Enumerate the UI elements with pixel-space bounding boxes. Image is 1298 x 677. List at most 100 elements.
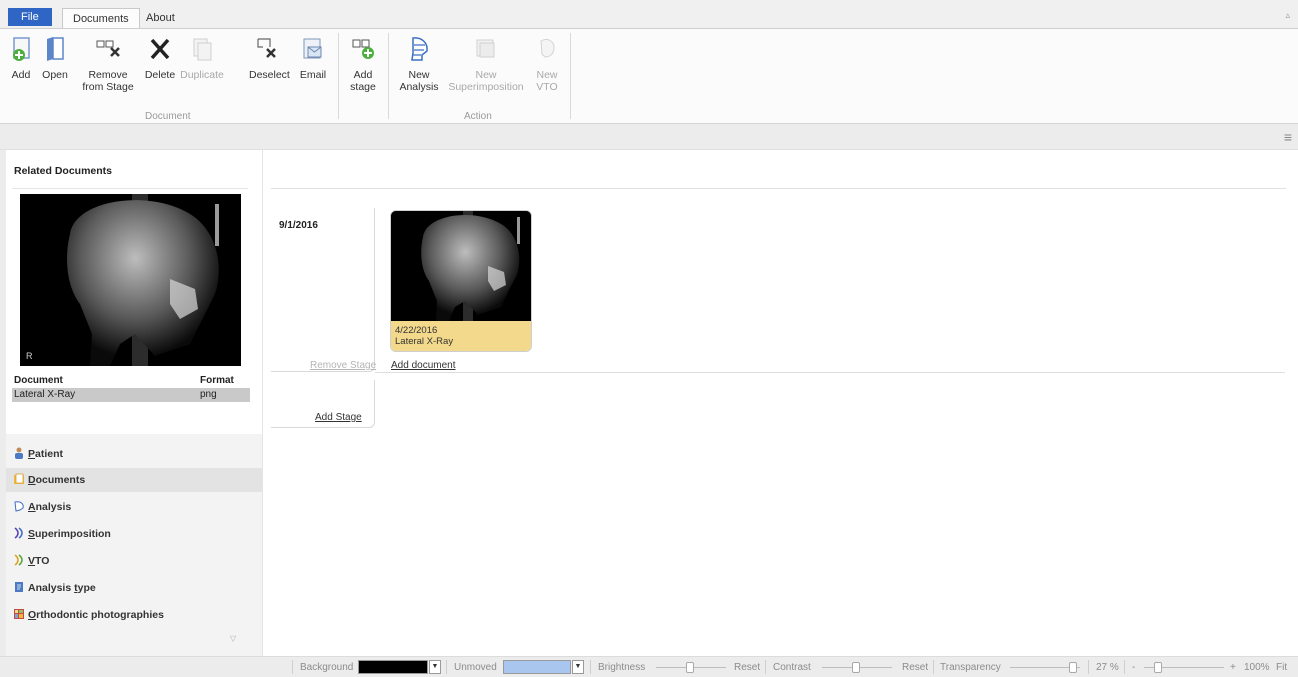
nav-analysis-rest: nalysis (35, 501, 72, 513)
document-card-title: Lateral X-Ray (395, 336, 454, 347)
nav-item-analysis[interactable]: Analysis (6, 495, 262, 519)
remove-from-stage-label-2: from Stage (82, 81, 134, 93)
analysis-type-document-icon (15, 582, 23, 592)
nav-analysis-type-rest: ype (77, 582, 96, 594)
status-divider (292, 660, 293, 674)
zoom-fit-button[interactable]: Fit (1276, 661, 1287, 674)
status-divider (1088, 660, 1089, 674)
lateral-xray-image: R (20, 194, 241, 366)
open-button[interactable]: Open (40, 35, 70, 81)
nav-item-superimposition[interactable]: Superimposition (6, 522, 262, 546)
stage-date: 9/1/2016 (279, 220, 318, 231)
ribbon-group-divider (388, 33, 389, 119)
analysis-skull-icon (411, 37, 428, 61)
delete-button[interactable]: Delete (143, 35, 177, 81)
brightness-slider-thumb[interactable] (686, 662, 694, 673)
transparency-value: 27 % (1096, 662, 1119, 673)
analysis-icon (14, 501, 24, 512)
zoom-slider-thumb[interactable] (1154, 662, 1162, 673)
new-vto-button[interactable]: New VTO (532, 35, 562, 93)
remove-from-stage-label-1: Remove (88, 69, 128, 81)
new-superimposition-label-2: Superimposition (448, 81, 524, 93)
nav-item-vto[interactable]: VTO (6, 549, 262, 573)
column-header-format: Format (200, 375, 234, 386)
nav-superimposition-accel: S (28, 528, 36, 540)
divider (375, 372, 1285, 373)
status-divider (446, 660, 447, 674)
ribbon: Add Open Remove from Stage Delete Duplic… (0, 28, 1298, 124)
ribbon-tab-bar: File Documents About ▵ (0, 0, 1298, 29)
zoom-in-button[interactable]: + (1230, 661, 1236, 674)
xray-preview-image[interactable]: R (20, 194, 241, 366)
add-document-link[interactable]: Add document (391, 360, 456, 371)
brightness-reset-button[interactable]: Reset (734, 661, 760, 674)
unmoved-label: Unmoved (454, 662, 497, 673)
background-dropdown-arrow-icon[interactable]: ▼ (429, 660, 441, 674)
deselect-button[interactable]: Deselect (249, 35, 290, 81)
add-button[interactable]: Add (8, 35, 34, 81)
background-color-swatch[interactable] (358, 660, 428, 674)
documents-folder-icon (14, 473, 24, 484)
add-stage-link[interactable]: Add Stage (315, 412, 362, 423)
transparency-slider-thumb[interactable] (1069, 662, 1077, 673)
nav-item-documents[interactable]: Documents (6, 468, 262, 492)
hamburger-menu-icon[interactable]: ≡ (1284, 129, 1292, 145)
zoom-out-button[interactable]: - (1132, 661, 1135, 674)
collapse-ribbon-icon[interactable]: ▵ (1285, 10, 1290, 21)
remove-from-stage-icon (96, 40, 120, 57)
new-superimposition-button[interactable]: New Superimposition (446, 35, 526, 93)
add-stage-button[interactable]: Add stage (346, 35, 380, 93)
contrast-slider-thumb[interactable] (852, 662, 860, 673)
nav-analysis-accel: A (28, 501, 36, 513)
tab-about[interactable]: About (136, 8, 185, 28)
nav-item-analysis-type[interactable]: Analysis type (6, 576, 262, 600)
ribbon-group-divider (338, 33, 339, 119)
new-superimposition-label-1: New (475, 69, 497, 81)
expand-chevron-down-icon[interactable]: ▽ (230, 634, 236, 643)
navigation-panel: Patient Documents Analysis Superimpositi… (6, 434, 262, 656)
nav-patient-accel: P (28, 448, 36, 460)
tab-documents[interactable]: Documents (62, 8, 140, 29)
cell-document: Lateral X-Ray (14, 389, 76, 400)
table-row[interactable]: Lateral X-Ray png (12, 388, 250, 402)
status-bar: Background ▼ Unmoved ▼ Brightness Reset … (0, 656, 1298, 677)
remove-stage-link[interactable]: Remove Stage (310, 360, 376, 371)
email-icon (303, 38, 322, 59)
new-analysis-label-2: Analysis (399, 81, 439, 93)
status-divider (933, 660, 934, 674)
remove-from-stage-button[interactable]: Remove from Stage (80, 35, 136, 93)
left-panel: Related Documents R Document Format Late… (6, 150, 262, 656)
unmoved-color-swatch[interactable] (503, 660, 571, 674)
superimposition-curves-icon (14, 527, 23, 539)
zoom-value: 100% (1244, 662, 1270, 673)
nav-item-orthodontic-photographies[interactable]: Orthodontic photographies (6, 603, 262, 627)
document-card-thumbnail (391, 211, 531, 321)
nav-item-patient[interactable]: Patient (6, 442, 262, 466)
unmoved-dropdown-arrow-icon[interactable]: ▼ (572, 660, 584, 674)
contrast-reset-button[interactable]: Reset (902, 661, 928, 674)
sub-toolbar: ≡ (0, 124, 1298, 150)
ribbon-group-divider (570, 33, 571, 119)
divider (12, 188, 248, 189)
document-card[interactable]: 4/22/2016 Lateral X-Ray (390, 210, 532, 352)
duplicate-button[interactable]: Duplicate (180, 35, 224, 81)
new-vto-label-1: New (536, 69, 558, 81)
lateral-xray-thumbnail (391, 211, 531, 321)
deselect-label: Deselect (249, 69, 290, 81)
patient-person-icon (15, 447, 23, 459)
nav-documents-accel: D (28, 474, 36, 486)
nav-documents-rest: ocuments (35, 474, 86, 486)
document-group-label: Document (145, 111, 191, 122)
nav-vto-accel: V (28, 555, 36, 567)
duplicate-icon (193, 38, 212, 61)
stages-area: 9/1/2016 Remove Stage 4/22/2016 Lateral … (263, 150, 1298, 656)
open-document-icon (47, 37, 64, 61)
photographies-grid-icon (14, 609, 24, 619)
email-button[interactable]: Email (299, 35, 327, 81)
tab-file[interactable]: File (8, 8, 52, 26)
document-card-info: 4/22/2016 Lateral X-Ray (391, 321, 531, 351)
new-analysis-button[interactable]: New Analysis (398, 35, 440, 93)
nav-superimposition-rest: uperimposition (35, 528, 111, 540)
related-documents-table: Document Format Lateral X-Ray png (12, 374, 250, 402)
svg-text:R: R (26, 351, 33, 361)
